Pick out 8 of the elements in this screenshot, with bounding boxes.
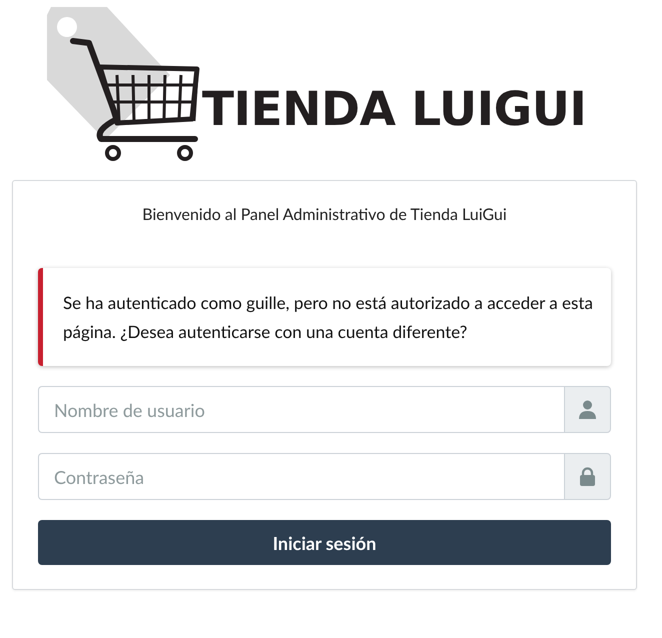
welcome-text: Bienvenido al Panel Administrativo de Tienda LuiGui	[141, 205, 508, 224]
lock-icon	[579, 467, 596, 486]
logo-text: TIENDA LUIGUI	[202, 86, 586, 133]
input-field[interactable]: Contraseña	[38, 453, 564, 500]
input-field[interactable]: Nombre de usuario	[38, 386, 564, 433]
alert-message: Se ha autenticado como guille, pero no está autorizado a acceder a esta página. ¿Desea autenticarse con una cuenta diferente?	[38, 268, 611, 366]
login-button[interactable]: Iniciar sesión	[38, 520, 611, 565]
user-icon	[579, 400, 596, 419]
